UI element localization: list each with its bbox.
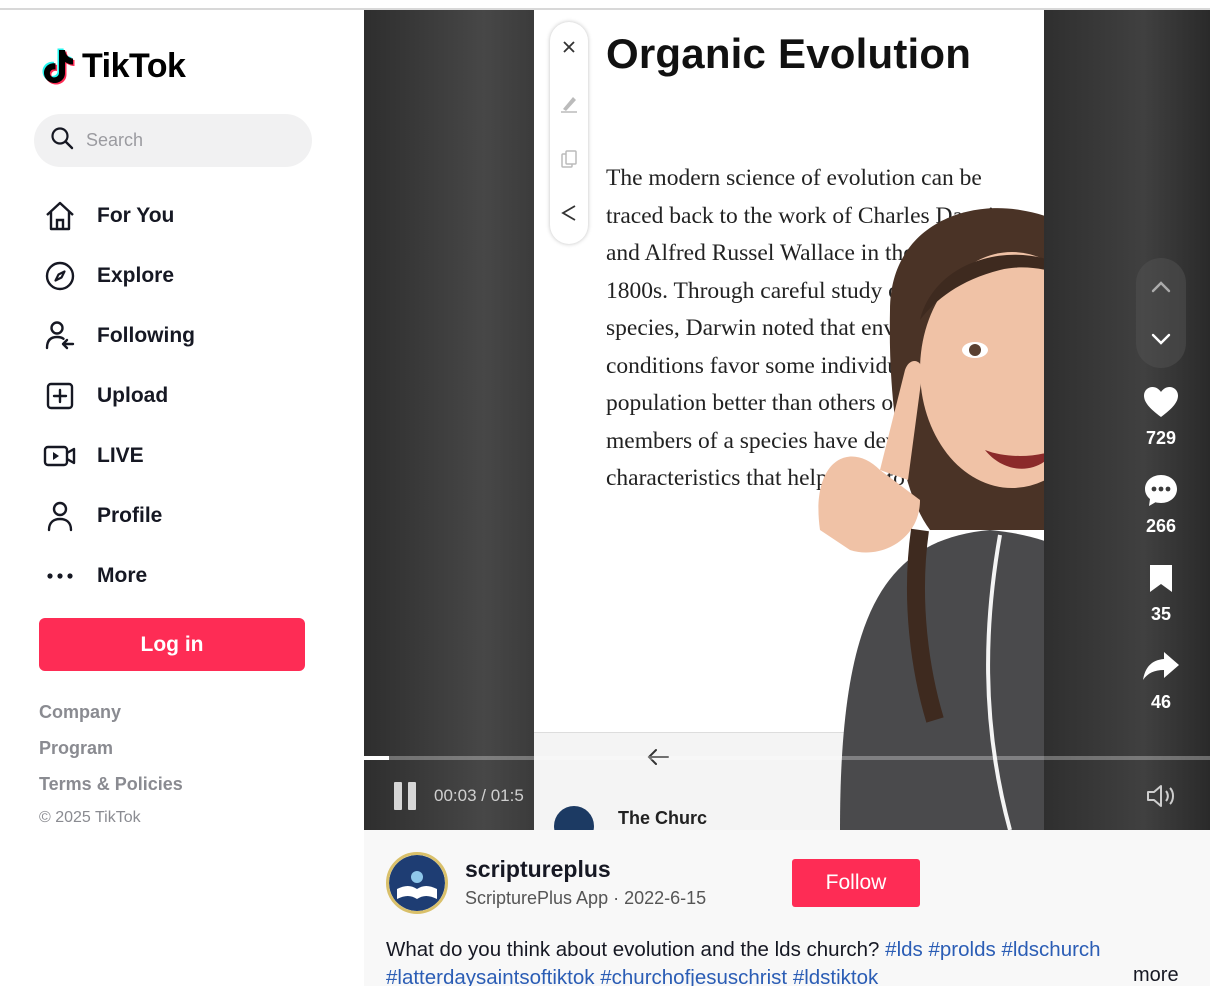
nav-item-upload[interactable]: Upload [40, 366, 340, 426]
chevron-up-icon[interactable] [1136, 262, 1186, 312]
presenter-figure [818, 208, 1044, 830]
hashtag-link[interactable]: #lds [885, 938, 923, 961]
hashtag-link[interactable]: #churchofjesuschrist [600, 966, 787, 986]
share-icon [550, 194, 588, 232]
like-count: 729 [1145, 428, 1177, 448]
save-button[interactable]: 35 [1134, 558, 1188, 646]
nav-item-live[interactable]: LIVE [40, 426, 340, 486]
video-nav-arrows [1136, 258, 1186, 368]
nav-label: More [97, 564, 148, 587]
back-arrow-icon [646, 744, 670, 776]
close-icon [550, 28, 588, 66]
avatar[interactable] [386, 852, 448, 914]
nav-label: Profile [97, 504, 163, 527]
highlight-icon [550, 84, 588, 122]
nav-label: Explore [97, 264, 175, 287]
video-frame: Organic Evolution The modern science of … [534, 10, 1044, 830]
login-button[interactable]: Log in [39, 618, 305, 671]
nav-item-more[interactable]: More [40, 546, 340, 606]
author-subline: ScripturePlus App · 2022-6-15 [465, 888, 707, 908]
action-bar: 729 266 35 46 [1134, 382, 1188, 734]
church-name: The Churc [618, 808, 708, 828]
share-count: 46 [1150, 692, 1172, 712]
video-player[interactable]: Organic Evolution The modern science of … [364, 10, 1210, 830]
upload-icon [40, 376, 80, 416]
search-icon [50, 126, 74, 155]
main-nav: For You Explore Following Upload LIVE Pr… [40, 186, 340, 606]
hashtag-link[interactable]: #prolds [928, 938, 995, 961]
profile-icon [40, 496, 80, 536]
comment-icon [1141, 470, 1181, 510]
share-arrow-icon [1141, 646, 1181, 686]
search-input[interactable] [86, 130, 286, 151]
share-button[interactable]: 46 [1134, 646, 1188, 734]
hashtag-link[interactable]: #ldstiktok [793, 966, 878, 986]
nav-item-explore[interactable]: Explore [40, 246, 340, 306]
tiktok-logo-icon [40, 46, 76, 86]
more-link[interactable]: more [1133, 964, 1179, 986]
more-icon [40, 556, 80, 596]
nav-label: Following [97, 324, 195, 347]
nav-label: LIVE [97, 444, 144, 467]
nav-label: Upload [97, 384, 169, 407]
compass-icon [40, 256, 80, 296]
volume-icon[interactable] [1144, 782, 1176, 810]
footer-links: Company Program Terms & Policies © 2025 … [39, 694, 183, 834]
caption-text: What do you think about evolution and th… [386, 938, 886, 961]
video-progress-bar[interactable] [364, 756, 1210, 760]
hashtag-link[interactable]: #latterdaysaintsoftiktok [386, 966, 595, 986]
footer-link-program[interactable]: Program [39, 730, 183, 766]
chevron-down-icon[interactable] [1136, 314, 1186, 364]
document-title: Organic Evolution [606, 30, 972, 77]
live-icon [40, 436, 80, 476]
video-time: 00:03 / 01:5 [434, 786, 524, 805]
follow-button[interactable]: Follow [792, 859, 920, 907]
reader-toolbar [550, 22, 588, 244]
search-bar[interactable] [34, 114, 312, 167]
post-caption: What do you think about evolution and th… [386, 936, 1186, 986]
copy-icon [550, 140, 588, 178]
post-info: scriptureplus ScripturePlus App · 2022-6… [364, 830, 1210, 986]
heart-icon [1141, 382, 1181, 422]
video-backdrop-left [364, 10, 536, 830]
save-count: 35 [1150, 604, 1172, 624]
progress-fill [364, 756, 390, 760]
player-controls: 00:03 / 01:5 [394, 782, 524, 810]
tiktok-wordmark: TikTok [82, 46, 186, 85]
like-button[interactable]: 729 [1134, 382, 1188, 470]
footer-link-terms[interactable]: Terms & Policies [39, 766, 183, 802]
home-icon [40, 196, 80, 236]
sidebar: TikTok For You Explore Following [0, 10, 364, 986]
copyright-text: © 2025 TikTok [39, 809, 141, 826]
nav-item-profile[interactable]: Profile [40, 486, 340, 546]
author-username[interactable]: scriptureplus [465, 856, 611, 883]
following-icon [40, 316, 80, 356]
bookmark-icon [1141, 558, 1181, 598]
nav-item-following[interactable]: Following [40, 306, 340, 366]
top-divider [0, 0, 1210, 10]
comment-button[interactable]: 266 [1134, 470, 1188, 558]
tiktok-logo[interactable]: TikTok [40, 46, 186, 86]
hashtag-link[interactable]: #ldschurch [1001, 938, 1100, 961]
nav-item-for-you[interactable]: For You [40, 186, 340, 246]
footer-link-company[interactable]: Company [39, 694, 183, 730]
comment-count: 266 [1145, 516, 1177, 536]
pause-icon[interactable] [394, 782, 418, 810]
nav-label: For You [97, 204, 175, 227]
